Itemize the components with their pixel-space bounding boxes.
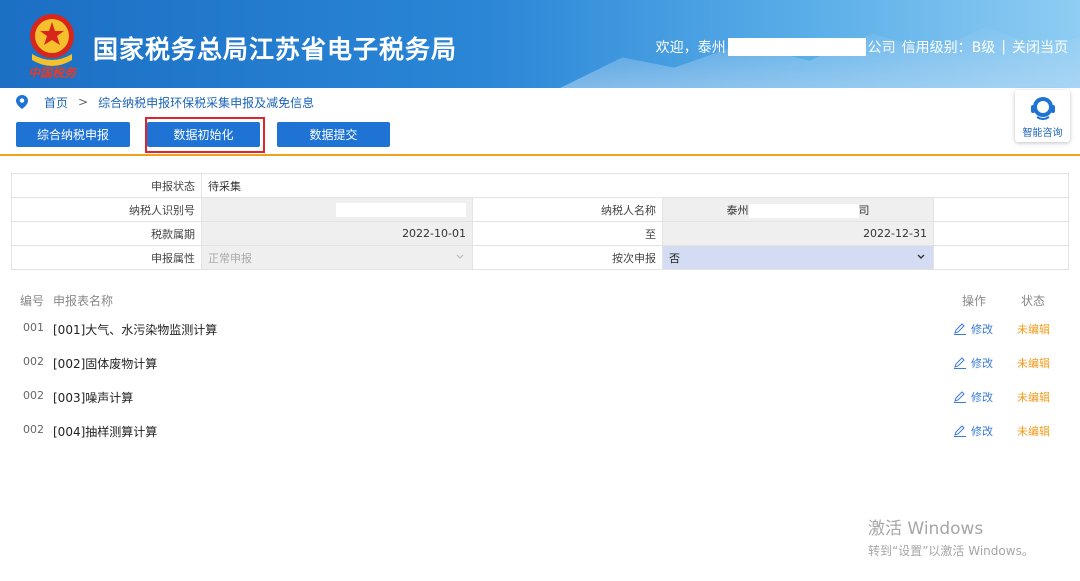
breadcrumb-home[interactable]: 首页 xyxy=(44,94,68,111)
empty-cell xyxy=(933,245,1069,270)
empty-cell xyxy=(933,221,1069,246)
close-page-link[interactable]: 关闭当页 xyxy=(1012,37,1068,57)
watermark-title: 激活 Windows xyxy=(868,519,984,539)
empty-cell xyxy=(933,197,1069,222)
location-pin-icon xyxy=(16,95,28,109)
taxpayer-name-label: 纳税人名称 xyxy=(472,197,663,222)
period-end: 2022-12-31 xyxy=(662,221,934,246)
row-status: 未编辑 xyxy=(1017,391,1050,404)
status-value: 待采集 xyxy=(201,173,1069,198)
welcome-suffix: 公司 xyxy=(867,40,896,56)
period-start: 2022-10-01 xyxy=(201,221,473,246)
edit-link[interactable]: 修改 xyxy=(953,355,993,371)
header-op: 操作 xyxy=(962,294,987,308)
attr-select: 正常申报 xyxy=(201,245,473,270)
windows-activation-watermark: 激活 Windows 转到“设置”以激活 Windows。 xyxy=(868,514,1034,559)
list-item: 002 [004]抽样测算计算 修改 未编辑 xyxy=(0,423,1080,443)
per-time-select[interactable]: 否 xyxy=(662,245,934,270)
taxpayer-name-field: 泰州 司 xyxy=(662,197,934,222)
divider-line xyxy=(0,154,1080,156)
edit-label: 修改 xyxy=(971,357,993,370)
status-label: 申报状态 xyxy=(11,173,202,198)
tax-emblem-icon xyxy=(30,14,74,66)
attr-select-value: 正常申报 xyxy=(208,251,252,265)
pencil-icon xyxy=(954,425,966,437)
breadcrumb: 首页 > 综合纳税申报环保税采集申报及减免信息 xyxy=(16,93,314,111)
chevron-down-icon xyxy=(917,254,925,259)
credit-level: 信用级别：B级 xyxy=(901,40,996,56)
user-info: 欢迎，泰州 公司 信用级别：B级 | 关闭当页 xyxy=(656,37,1068,57)
edit-link[interactable]: 修改 xyxy=(953,389,993,405)
site-title: 国家税务总局江苏省电子税务局 xyxy=(93,35,458,64)
list-item: 002 [003]噪声计算 修改 未编辑 xyxy=(0,389,1080,409)
chevron-down-icon xyxy=(456,254,464,259)
row-status: 未编辑 xyxy=(1017,323,1050,336)
period-to-label: 至 xyxy=(472,221,663,246)
smart-consult-button[interactable]: 智能咨询 xyxy=(1015,90,1070,142)
redacted-taxpayer-id xyxy=(336,202,466,217)
breadcrumb-current: 综合纳税申报环保税采集申报及减免信息 xyxy=(98,95,315,110)
row-name: [002]固体废物计算 xyxy=(53,357,158,371)
edit-label: 修改 xyxy=(971,323,993,336)
list-item: 002 [002]固体废物计算 修改 未编辑 xyxy=(0,355,1080,375)
taxpayer-name-suffix: 司 xyxy=(858,203,870,217)
header-no: 编号 xyxy=(20,294,45,308)
headset-icon xyxy=(1030,97,1055,120)
edit-link[interactable]: 修改 xyxy=(953,423,993,439)
edit-link[interactable]: 修改 xyxy=(953,321,993,337)
row-no: 002 xyxy=(23,389,44,402)
edit-label: 修改 xyxy=(971,425,993,438)
breadcrumb-separator: > xyxy=(78,95,89,109)
pencil-icon xyxy=(954,323,966,335)
row-status: 未编辑 xyxy=(1017,357,1050,370)
attr-label: 申报属性 xyxy=(11,245,202,270)
pencil-icon xyxy=(954,357,966,369)
row-name: [001]大气、水污染物监测计算 xyxy=(53,323,218,337)
list-item: 001 [001]大气、水污染物监测计算 修改 未编辑 xyxy=(0,321,1080,341)
watermark-subtitle: 转到“设置”以激活 Windows。 xyxy=(868,544,1034,558)
row-name: [003]噪声计算 xyxy=(53,391,134,405)
row-no: 002 xyxy=(23,355,44,368)
row-no: 002 xyxy=(23,423,44,436)
row-no: 001 xyxy=(23,321,44,334)
taxpayer-name-prefix: 泰州 xyxy=(726,203,749,217)
welcome-prefix: 欢迎，泰州 xyxy=(655,40,726,56)
header-banner: 中国税务 国家税务总局江苏省电子税务局 欢迎，泰州 公司 信用级别：B级 | 关… xyxy=(0,0,1080,88)
taxpayer-id-label: 纳税人识别号 xyxy=(11,197,202,222)
taxpayer-id-field xyxy=(201,197,473,222)
redacted-taxpayer-name xyxy=(748,203,859,218)
pencil-icon xyxy=(954,391,966,403)
data-submit-button[interactable]: 数据提交 xyxy=(277,122,390,147)
row-status: 未编辑 xyxy=(1017,425,1050,438)
emblem-script: 中国税务 xyxy=(28,66,77,80)
consult-label: 智能咨询 xyxy=(1022,128,1063,139)
header-status: 状态 xyxy=(1021,294,1046,308)
highlight-box xyxy=(145,117,265,153)
declaration-info-table: 申报状态 待采集 纳税人识别号 纳税人名称 泰州 司 税款属期 2022-10-0… xyxy=(11,173,1069,270)
row-name: [004]抽样测算计算 xyxy=(53,425,158,439)
period-label: 税款属期 xyxy=(11,221,202,246)
separator: | xyxy=(1001,39,1006,55)
list-header: 编号 申报表名称 操作 状态 xyxy=(0,292,1080,310)
per-time-label: 按次申报 xyxy=(472,245,663,270)
per-time-select-value: 否 xyxy=(669,251,680,265)
header-name: 申报表名称 xyxy=(53,294,114,308)
edit-label: 修改 xyxy=(971,391,993,404)
comprehensive-declare-button[interactable]: 综合纳税申报 xyxy=(16,122,130,147)
redacted-name xyxy=(727,38,866,56)
